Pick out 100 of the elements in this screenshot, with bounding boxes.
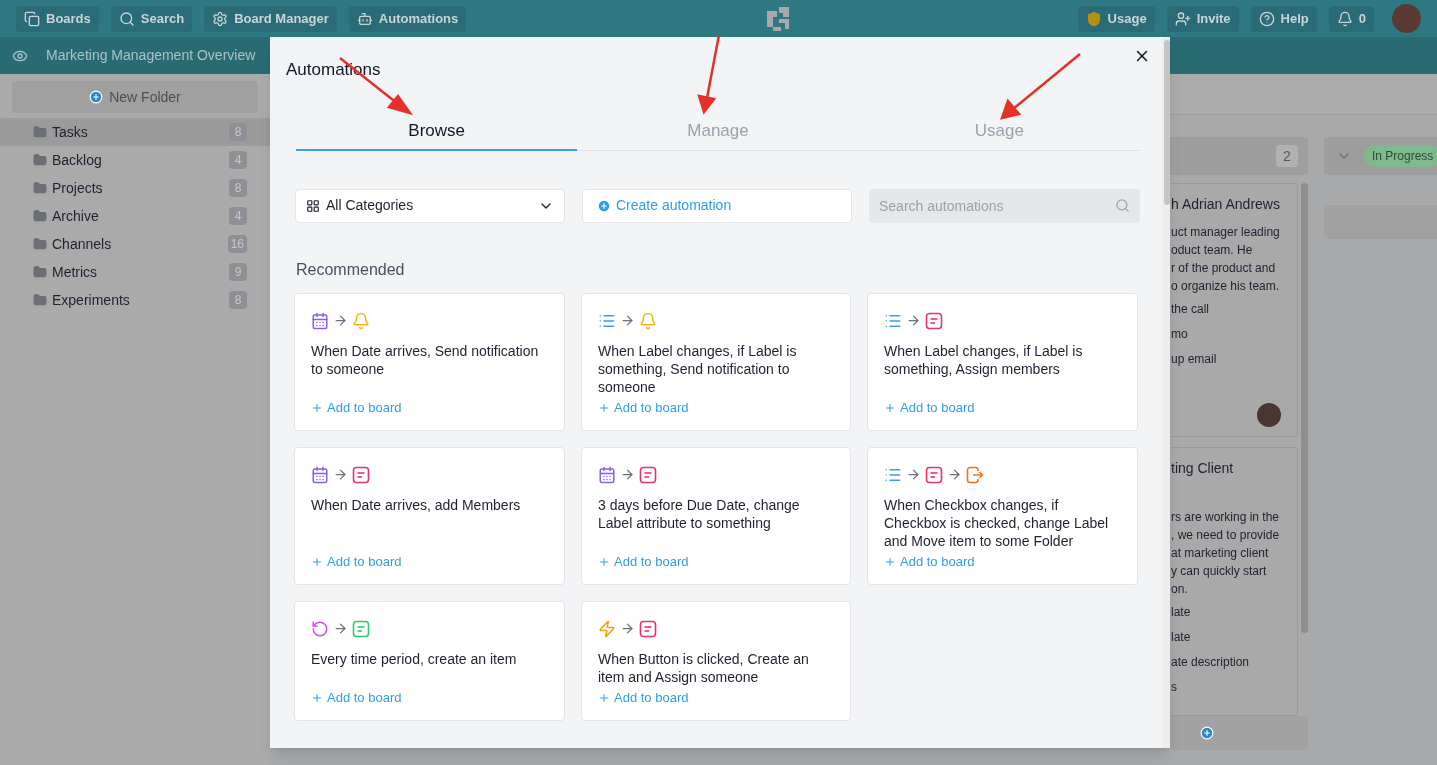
card-text: at marketing client [1171,545,1270,562]
automation-card[interactable]: When Label changes, if Label is something, Assign members Add to board [867,292,1138,431]
section-title: Recommended [296,259,406,280]
folder-icon [33,293,47,307]
add-to-board-link[interactable]: Add to board [884,398,975,418]
plus-icon [597,198,611,213]
folder-item[interactable]: Channels 16 [0,230,270,258]
arrow-icon [333,621,348,636]
folder-item[interactable]: Projects 8 [0,174,270,202]
grid-icon [306,198,320,213]
card-title: ting Client [1171,459,1235,476]
add-to-board-link[interactable]: Add to board [311,552,402,572]
header-button[interactable]: Usage [1077,5,1155,32]
automation-card[interactable]: 3 days before Due Date, change Label attribute to something Add to board [581,446,851,585]
folder-icon [33,209,47,223]
add-to-board-link[interactable]: Add to board [884,552,975,572]
folder-count: 4 [229,151,247,169]
checklist-item: late [1171,604,1192,621]
form-icon [925,465,943,484]
search-icon [118,10,135,27]
form-icon [352,619,370,638]
nav-button[interactable]: Board Manager [204,5,337,32]
folder-item[interactable]: Experiments 8 [0,286,270,314]
tab[interactable]: Manage [577,112,859,151]
folder-count: 8 [229,123,247,141]
card-text: , we need to provide [1171,527,1281,544]
add-to-board-link[interactable]: Add to board [598,688,689,708]
add-to-board-link[interactable]: Add to board [598,398,689,418]
loop-icon [311,619,329,638]
status-badge: In Progress [1364,145,1437,167]
automation-description: When Label changes, if Label is something, Assign members [884,341,1084,379]
automation-description: When Date arrives, add Members [311,495,522,515]
folder-item[interactable]: Tasks 8 [0,118,270,146]
arrow-icon [947,467,962,482]
automation-description: Every time period, create an item [311,649,518,669]
folder-icon [33,237,47,251]
card-text: y can quickly start [1171,563,1268,580]
automation-description: When Checkbox changes, if Checkbox is checked, change Label and Move item to some Folder [884,495,1110,551]
new-folder-button[interactable]: New Folder [12,81,258,113]
nav-button[interactable]: Boards [16,5,99,32]
folder-name: Experiments [52,290,131,310]
card-title: h Adrian Andrews [1171,195,1281,212]
folder-item[interactable]: Archive 4 [0,202,270,230]
form-icon [639,465,657,484]
card-text: r of the product and [1171,260,1277,277]
plus-icon [311,555,323,568]
header-button[interactable]: Help [1250,5,1317,32]
add-to-board-link[interactable]: Add to board [598,552,689,572]
checklist-item: s [1171,679,1178,696]
checklist-item: up email [1171,351,1218,368]
folder-icon [33,153,47,167]
automation-card[interactable]: When Button is clicked, Create an item and Assign someone Add to board [581,600,851,721]
boards-icon [24,10,40,27]
add-to-board-link[interactable]: Add to board [311,688,402,708]
folder-icon [33,181,47,195]
automation-card[interactable]: When Date arrives, Send notification to someone Add to board [294,292,565,431]
checklist-item: the call [1171,301,1211,318]
plus-icon [598,401,610,414]
automation-card[interactable]: When Date arrives, add Members Add to board [294,446,565,585]
task-card[interactable]: ting Client rs are working in the , we need to provide at marketing client y can quickly start on. late late ate description s [1170,447,1298,716]
automation-card[interactable]: When Label changes, if Label is something, Send notification to someone Add to board [581,292,851,431]
add-to-board-link[interactable]: Add to board [311,398,402,418]
tab[interactable]: Usage [858,112,1140,151]
nav-button[interactable]: Search [110,5,193,32]
plus-icon [311,691,323,704]
checklist-item: mo [1171,326,1189,343]
calendar-icon [311,465,329,484]
avatar[interactable] [1392,4,1421,33]
arrow-icon [620,467,635,482]
automation-card[interactable]: Every time period, create an item Add to board [294,600,565,721]
bell-icon [1336,10,1353,27]
category-select[interactable]: All Categories [295,188,565,223]
folder-icon [33,125,47,139]
folder-item[interactable]: Backlog 4 [0,146,270,174]
form-icon [925,311,943,330]
automation-description: When Date arrives, Send notification to someone [311,341,540,379]
board-title: Marketing Management Overview [46,46,256,65]
tab[interactable]: Browse [296,112,578,151]
robot-icon [356,10,373,27]
bell-icon [352,311,370,330]
task-card[interactable]: h Adrian Andrews uct manager leading oduct team. He r of the product and o organize his team. the call mo up email [1170,183,1298,437]
nav-button[interactable]: Automations [348,5,467,32]
card-text: o organize his team. [1171,278,1281,295]
user-plus-icon [1174,10,1191,27]
header-button[interactable]: Invite [1166,5,1239,32]
automation-card[interactable]: When Checkbox changes, if Checkbox is checked, change Label and Move item to some Folder Add to board [867,446,1138,585]
add-card-bar[interactable] [1170,716,1308,750]
create-automation-button[interactable]: Create automation [582,188,852,223]
automation-description: When Label changes, if Label is something, Send notification to someone [598,341,798,397]
arrow-icon [906,467,921,482]
header-button[interactable]: 0 [1328,5,1374,32]
shield-icon [1085,10,1102,27]
bolt-icon [598,619,616,638]
plus-icon [89,90,104,104]
checklist-item: ate description [1171,654,1251,671]
plus-icon [884,401,896,414]
search-field[interactable]: Search automations [869,188,1140,223]
gear-icon [212,10,229,27]
arrow-icon [906,313,921,328]
search-icon [1115,197,1130,213]
